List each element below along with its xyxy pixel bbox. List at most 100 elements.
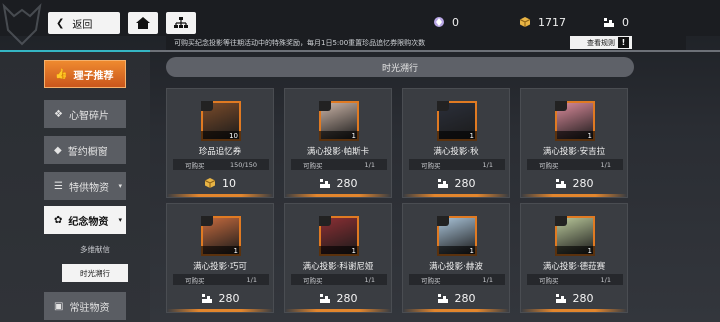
item-name: 满心投影·秋 — [433, 147, 479, 157]
token-icon — [602, 15, 616, 29]
sidebar-item-memorial[interactable]: ✿ 纪念物资 ▾ — [44, 206, 126, 234]
sidebar-item-label: 理子推荐 — [73, 70, 114, 82]
price-value: 280 — [572, 176, 594, 190]
subitem-label: 多维献信 — [80, 244, 110, 254]
limit-label: 可购买 — [303, 276, 323, 285]
sidebar-item-fragments[interactable]: ❖ 心智碎片 — [44, 100, 126, 128]
item-count: 1 — [437, 246, 477, 256]
shop-card[interactable]: 10 珍品追忆券 可购买 150/150 10 — [166, 88, 274, 198]
caret-down-icon: ▾ — [118, 216, 122, 224]
token-icon — [201, 294, 212, 303]
price-value: 280 — [336, 291, 358, 305]
hierarchy-icon — [174, 17, 188, 28]
limit-value: 150/150 — [229, 160, 257, 169]
ribbon-icon: ✿ — [54, 214, 63, 226]
limit-value: 1/1 — [600, 160, 611, 169]
item-count: 1 — [555, 246, 595, 256]
price-value: 280 — [454, 176, 476, 190]
price-value: 280 — [218, 291, 240, 305]
item-count: 1 — [437, 131, 477, 141]
shop-card[interactable]: 1 满心投影·德菈赛可购买 1/1 280 — [520, 203, 628, 313]
item-name: 满心投影·科谢尼娅 — [302, 262, 374, 272]
price: 280 — [167, 288, 273, 308]
purchase-limit: 可购买 1/1 — [291, 274, 387, 285]
price: 280 — [285, 173, 391, 193]
shop-card[interactable]: 1 满心投影·秋 可购买 1/1 280 — [402, 88, 510, 198]
shop-main: 时光溯行 10 珍品追忆券 可购买 150/150 10 1 满心投影·帕斯卡 可购买 1/1 2… — [150, 52, 720, 322]
sidebar-item-label: 特供物资 — [68, 182, 109, 194]
sidebar-subitem-timeline[interactable]: 时光溯行 — [62, 264, 128, 282]
purchase-limit: 可购买 1/1 — [527, 274, 623, 285]
shop-tag-icon — [201, 216, 213, 226]
token-icon — [437, 179, 448, 188]
item-count: 10 — [201, 131, 241, 141]
hierarchy-button[interactable] — [166, 12, 196, 34]
shop-card[interactable]: 1 满心投影·科谢尼娅 可购买 1/1 280 — [284, 203, 392, 313]
currency-token: 0 — [602, 11, 629, 33]
sidebar-item-permanent[interactable]: ▣ 常驻物资 — [44, 292, 126, 320]
shop-card[interactable]: 1 满心投影·巧可可购买 1/1 280 — [166, 203, 274, 313]
home-button[interactable] — [128, 12, 158, 34]
item-count: 1 — [319, 131, 359, 141]
limit-value: 1/1 — [364, 275, 375, 284]
diamond-value: 0 — [452, 15, 459, 29]
shop-tag-icon — [555, 101, 567, 111]
back-button[interactable]: ❮ 返回 — [48, 12, 120, 34]
puzzle-icon: ❖ — [54, 108, 63, 120]
limit-value: 1/1 — [482, 160, 493, 169]
price: 280 — [403, 288, 509, 308]
gold-cube-icon — [518, 15, 532, 29]
limit-label: 可购买 — [185, 161, 205, 170]
sidebar-item-recommend[interactable]: 👍 理子推荐 — [44, 60, 126, 88]
caret-down-icon: ▾ — [118, 182, 122, 190]
limit-label: 可购买 — [539, 161, 559, 170]
sidebar-item-special[interactable]: ☰ 特供物资 ▾ — [44, 172, 126, 200]
purchase-limit: 可购买 1/1 — [173, 274, 269, 285]
shop-card[interactable]: 1 满心投影·赫波 可购买 1/1 280 — [402, 203, 510, 313]
gold-value: 1717 — [538, 15, 566, 29]
price: 280 — [403, 173, 509, 193]
notice-text: 可购买纪念投影等往期活动中的特殊奖励，每月1日5:00重置珍品追忆券限购次数 — [174, 39, 426, 47]
shop-tag-icon — [319, 101, 331, 111]
gem-icon: ◆ — [54, 144, 62, 156]
thumb-up-icon: 👍 — [55, 68, 68, 80]
token-icon — [555, 294, 566, 303]
chevron-left-icon: ❮ — [56, 17, 65, 29]
card-glow — [521, 309, 627, 312]
price: 280 — [285, 288, 391, 308]
card-glow — [285, 194, 391, 197]
price-value: 280 — [572, 291, 594, 305]
item-name: 满心投影·德菈赛 — [542, 262, 606, 272]
shop-card[interactable]: 1 满心投影·帕斯卡 可购买 1/1 280 — [284, 88, 392, 198]
purchase-limit: 可购买 1/1 — [409, 274, 505, 285]
diamond-icon — [432, 15, 446, 29]
card-glow — [285, 309, 391, 312]
price-value: 10 — [222, 176, 236, 190]
limit-value: 1/1 — [246, 275, 257, 284]
view-rules-label: 查看规则 — [587, 38, 615, 47]
limit-value: 1/1 — [364, 160, 375, 169]
item-count: 1 — [201, 246, 241, 256]
card-glow — [167, 309, 273, 312]
warning-icon[interactable]: ! — [618, 37, 629, 48]
sidebar: 👍 理子推荐 ❖ 心智碎片 ◆ 誓约橱窗 ☰ 特供物资 ▾ ✿ 纪念物资 ▾ 多… — [0, 52, 150, 322]
card-glow — [403, 309, 509, 312]
shop-screen: ❮ 返回 0 1717 0 可购买纪念投影等往期活动中的特殊奖励，每月1日5:0… — [0, 0, 720, 322]
purchase-limit: 可购买 150/150 — [173, 159, 269, 170]
currency-diamond: 0 — [432, 11, 459, 33]
sidebar-item-oath[interactable]: ◆ 誓约橱窗 — [44, 136, 126, 164]
card-glow — [521, 194, 627, 197]
token-icon — [437, 294, 448, 303]
shop-card[interactable]: 1 满心投影·安吉拉 可购买 1/1 280 — [520, 88, 628, 198]
sidebar-subitem-multidim[interactable]: 多维献信 — [62, 240, 128, 258]
limit-label: 可购买 — [303, 161, 323, 170]
purchase-limit: 可购买 1/1 — [527, 159, 623, 170]
token-icon — [555, 179, 566, 188]
limit-value: 1/1 — [482, 275, 493, 284]
limit-label: 可购买 — [539, 276, 559, 285]
shop-tag-icon — [319, 216, 331, 226]
item-name: 满心投影·巧可 — [193, 262, 247, 272]
price: 280 — [521, 288, 627, 308]
box-icon: ▣ — [54, 300, 64, 312]
sidebar-item-label: 誓约橱窗 — [67, 146, 108, 158]
